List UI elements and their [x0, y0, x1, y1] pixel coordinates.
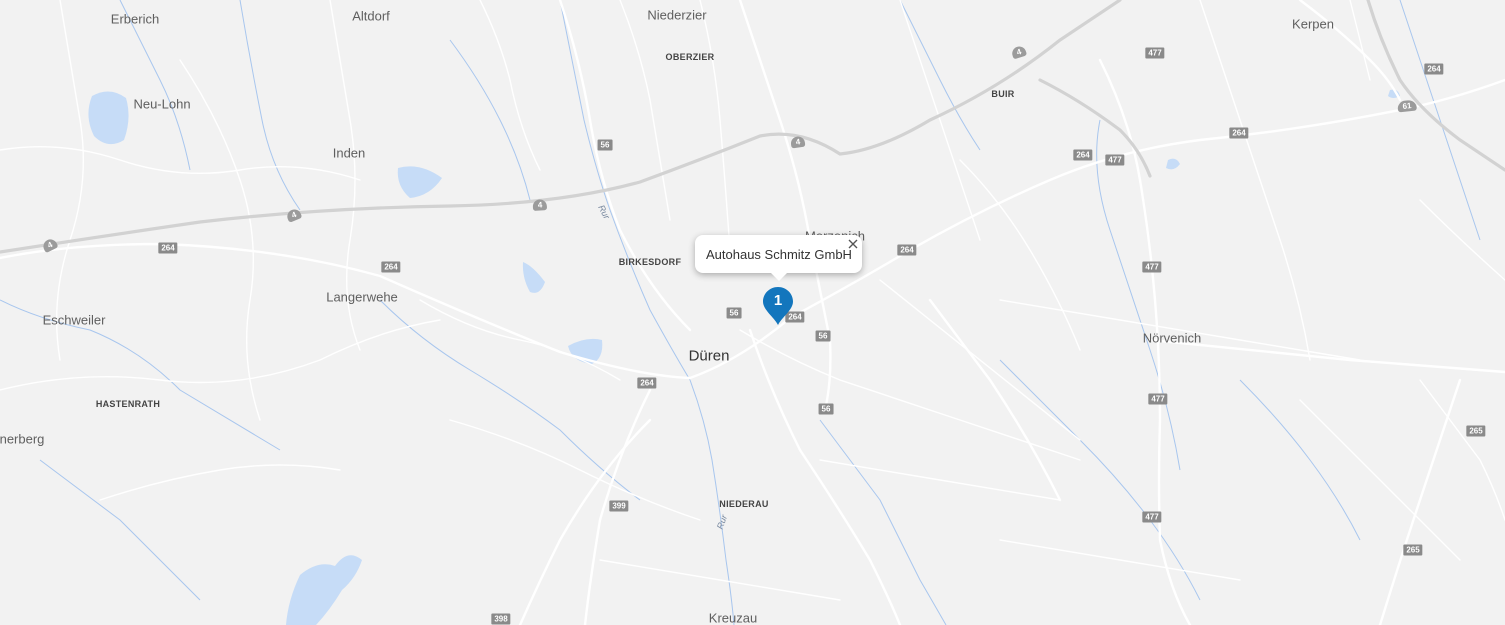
map-canvas[interactable]: Erberich Altdorf Niederzier OBERZIER Ker… — [0, 0, 1505, 625]
road-shield: 56 — [597, 139, 613, 151]
place-label-niederzier: Niederzier — [647, 7, 707, 23]
place-label-birkesdorf: BIRKESDORF — [618, 257, 682, 267]
map-base-layer — [0, 0, 1505, 625]
place-label-noervenich: Nörvenich — [1142, 330, 1202, 346]
place-label-niederau: NIEDERAU — [719, 499, 769, 509]
place-label-neu-lohn: Neu-Lohn — [133, 96, 191, 112]
close-icon[interactable] — [846, 237, 860, 251]
road-shield: 265 — [1403, 544, 1423, 556]
road-shield: 477 — [1142, 261, 1162, 273]
place-label-langerwehe: Langerwehe — [326, 289, 398, 305]
road-shield: 56 — [818, 403, 834, 415]
road-shield: 398 — [491, 613, 511, 625]
road-shield: 264 — [1424, 63, 1444, 75]
road-shield: 56 — [815, 330, 831, 342]
road-shield: 477 — [1148, 393, 1168, 405]
highway-shield: 61 — [1397, 99, 1417, 113]
road-shield: 265 — [1466, 425, 1486, 437]
place-label-nerberg: nerberg — [0, 431, 45, 447]
info-window-title: Autohaus Schmitz GmbH — [706, 247, 852, 262]
marker-label: 1 — [773, 292, 783, 309]
water-bodies — [88, 89, 1400, 625]
road-shield: 477 — [1145, 47, 1165, 59]
info-window[interactable]: Autohaus Schmitz GmbH — [695, 235, 862, 281]
road-shield: 56 — [726, 307, 742, 319]
place-label-buir: BUIR — [991, 89, 1015, 99]
road-shield: 264 — [1229, 127, 1249, 139]
place-label-eschweiler: Eschweiler — [42, 312, 106, 328]
place-label-erberich: Erberich — [110, 11, 160, 27]
place-label-hastenrath: HASTENRATH — [95, 399, 161, 409]
place-label-oberzier: OBERZIER — [665, 52, 715, 62]
road-shield: 264 — [1073, 149, 1093, 161]
place-label-altdorf: Altdorf — [352, 8, 390, 24]
road-shield: 477 — [1105, 154, 1125, 166]
road-shield: 477 — [1142, 511, 1162, 523]
secondary-roads — [0, 0, 1505, 625]
road-shield: 264 — [158, 242, 178, 254]
road-shield: 264 — [381, 261, 401, 273]
road-shield: 264 — [897, 244, 917, 256]
place-label-dueren: Düren — [688, 347, 730, 365]
road-shield: 264 — [637, 377, 657, 389]
place-label-kerpen: Kerpen — [1292, 16, 1334, 32]
place-label-inden: Inden — [332, 145, 366, 161]
map-marker[interactable]: 1 — [762, 286, 794, 326]
minor-roads — [0, 0, 1505, 601]
road-shield: 399 — [609, 500, 629, 512]
place-label-kreuzau: Kreuzau — [708, 610, 758, 625]
